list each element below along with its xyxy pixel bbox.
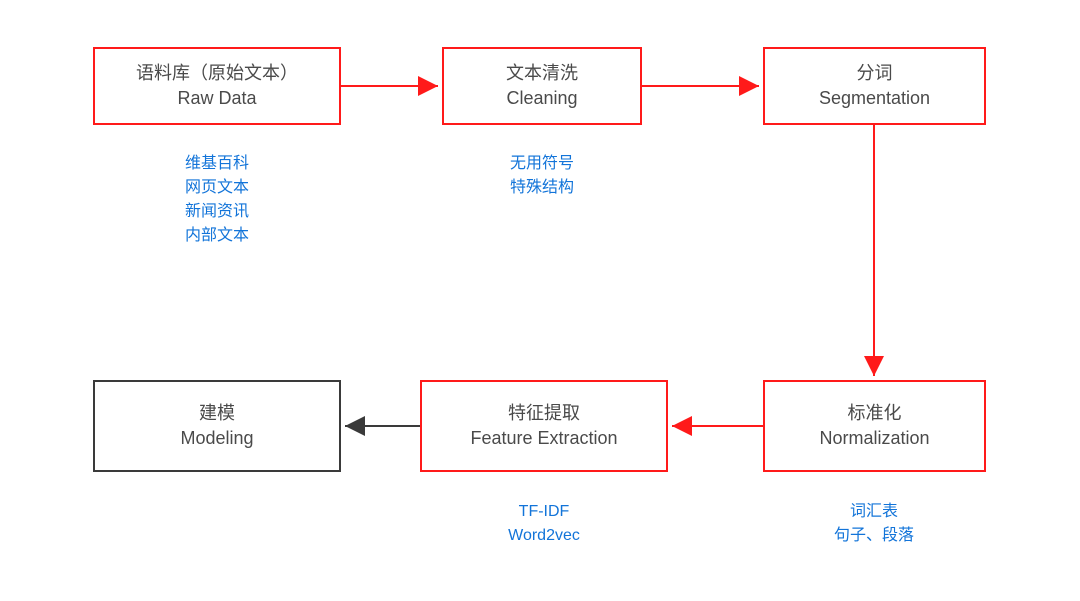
- notes-normalization: 词汇表 句子、段落: [824, 500, 924, 548]
- node-normalization-en: Normalization: [819, 426, 929, 451]
- node-segmentation-cn: 分词: [857, 61, 893, 86]
- node-rawdata-cn: 语料库（原始文本）: [136, 61, 298, 86]
- note-cleaning-0: 无用符号: [510, 152, 574, 176]
- notes-feature: TF-IDF Word2vec: [494, 500, 594, 548]
- node-feature-en: Feature Extraction: [470, 426, 617, 451]
- node-modeling: 建模 Modeling: [93, 380, 341, 472]
- node-rawdata-en: Raw Data: [177, 86, 256, 111]
- node-cleaning-cn: 文本清洗: [506, 61, 578, 86]
- note-normalization-1: 句子、段落: [834, 524, 914, 548]
- note-feature-0: TF-IDF: [519, 500, 570, 524]
- node-segmentation: 分词 Segmentation: [763, 47, 986, 125]
- note-normalization-0: 词汇表: [850, 500, 898, 524]
- note-rawdata-3: 内部文本: [185, 224, 249, 248]
- node-normalization-cn: 标准化: [848, 401, 902, 426]
- diagram-stage: 语料库（原始文本） Raw Data 文本清洗 Cleaning 分词 Segm…: [0, 0, 1080, 601]
- note-rawdata-2: 新闻资讯: [185, 200, 249, 224]
- note-rawdata-1: 网页文本: [185, 176, 249, 200]
- node-segmentation-en: Segmentation: [819, 86, 930, 111]
- node-modeling-cn: 建模: [199, 401, 235, 426]
- note-cleaning-1: 特殊结构: [510, 176, 574, 200]
- node-rawdata: 语料库（原始文本） Raw Data: [93, 47, 341, 125]
- node-feature-cn: 特征提取: [508, 401, 580, 426]
- node-modeling-en: Modeling: [180, 426, 253, 451]
- note-feature-1: Word2vec: [508, 524, 580, 548]
- node-normalization: 标准化 Normalization: [763, 380, 986, 472]
- node-cleaning-en: Cleaning: [506, 86, 577, 111]
- node-cleaning: 文本清洗 Cleaning: [442, 47, 642, 125]
- node-feature: 特征提取 Feature Extraction: [420, 380, 668, 472]
- notes-rawdata: 维基百科 网页文本 新闻资讯 内部文本: [165, 152, 269, 248]
- note-rawdata-0: 维基百科: [185, 152, 249, 176]
- notes-cleaning: 无用符号 特殊结构: [490, 152, 594, 200]
